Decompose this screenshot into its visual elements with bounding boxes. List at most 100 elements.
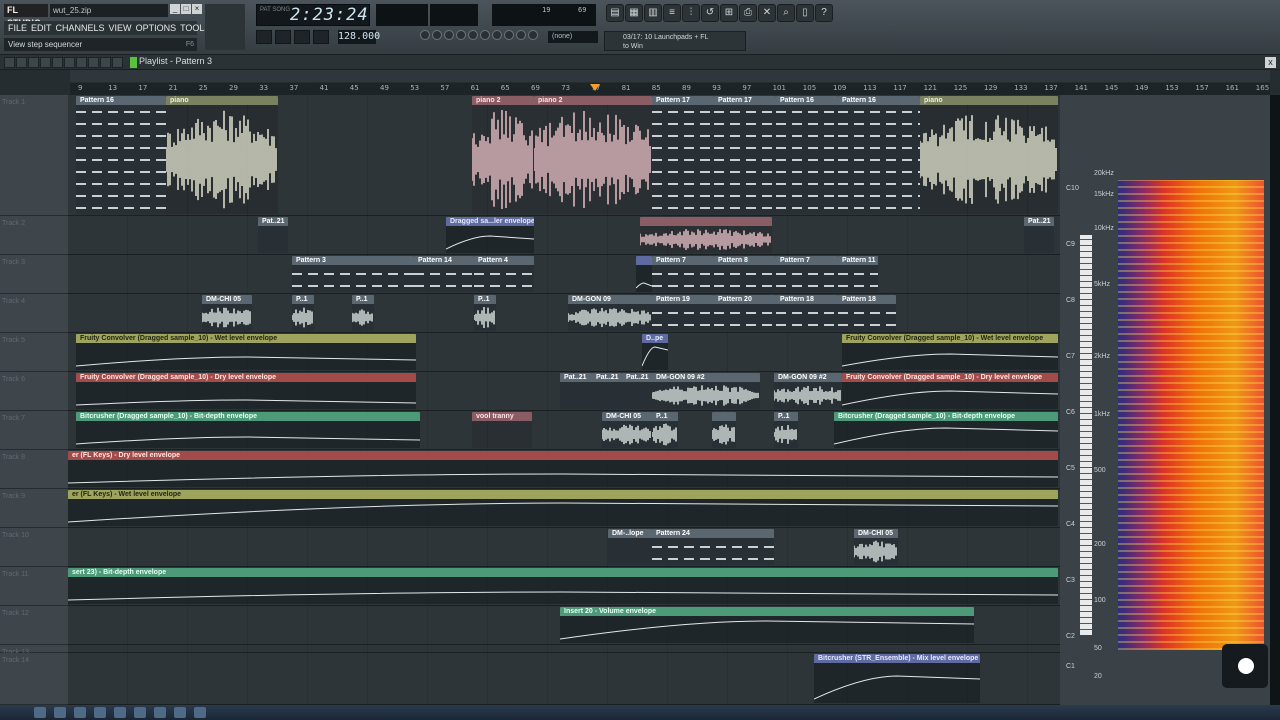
track-label[interactable]: Track 8 bbox=[0, 450, 68, 489]
playlist-clip[interactable]: Pattern 16 bbox=[76, 96, 166, 214]
preset-selector[interactable]: (none) bbox=[548, 31, 598, 43]
track-label[interactable]: Track 2 bbox=[0, 216, 68, 255]
playlist-clip[interactable] bbox=[636, 256, 652, 292]
track-label[interactable]: Track 7 bbox=[0, 411, 68, 450]
playlist-clip[interactable]: DM-GON 09 #2 bbox=[774, 373, 842, 409]
playlist-clip[interactable]: Bitcrusher (STR_Ensemble) - Mix level en… bbox=[814, 654, 980, 703]
track-label[interactable]: Track 5 bbox=[0, 333, 68, 372]
playlist-clip[interactable]: Fruity Convolver (Dragged sample_10) - D… bbox=[76, 373, 416, 409]
undo-icon[interactable]: ↺ bbox=[701, 4, 719, 22]
paint-icon[interactable] bbox=[40, 57, 51, 68]
mute-icon[interactable] bbox=[64, 57, 75, 68]
track-label[interactable]: Track 3 bbox=[0, 255, 68, 294]
step-sequencer-icon[interactable]: ▦ bbox=[625, 4, 643, 22]
playlist-clip[interactable]: DM-CHI 05 bbox=[854, 529, 898, 565]
playlist-clip[interactable]: P..1 bbox=[474, 295, 496, 331]
playlist-close-button[interactable]: x bbox=[1265, 57, 1276, 68]
playlist-clip[interactable]: Pattern 17 bbox=[652, 96, 714, 214]
track-label[interactable]: Track 12 bbox=[0, 606, 68, 645]
master-volume-sliders[interactable] bbox=[205, 4, 245, 50]
playlist-clip[interactable]: Pattern 8 bbox=[714, 256, 776, 292]
browser-icon[interactable]: ≡ bbox=[663, 4, 681, 22]
option-knob[interactable] bbox=[480, 30, 490, 40]
playlist-icon[interactable]: ▤ bbox=[606, 4, 624, 22]
stop-button[interactable] bbox=[294, 30, 310, 44]
playlist-clip[interactable]: Pattern 18 bbox=[776, 295, 838, 331]
playlist-clip[interactable]: DM-..lope bbox=[608, 529, 652, 565]
save-icon[interactable]: ⎙ bbox=[739, 4, 757, 22]
tools-icon[interactable]: ✕ bbox=[758, 4, 776, 22]
app-icon[interactable] bbox=[194, 707, 206, 718]
plugin-icon[interactable]: ⊞ bbox=[720, 4, 738, 22]
option-knob[interactable] bbox=[468, 30, 478, 40]
track-label[interactable]: Track 4 bbox=[0, 294, 68, 333]
search-icon[interactable]: ⌕ bbox=[777, 4, 795, 22]
slice-icon[interactable] bbox=[76, 57, 87, 68]
playlist-clip[interactable]: Pat..21 bbox=[1024, 217, 1054, 253]
menu-options[interactable]: OPTIONS bbox=[136, 21, 177, 35]
playlist-clip[interactable]: Pattern 7 bbox=[652, 256, 714, 292]
playhead-marker[interactable] bbox=[590, 84, 600, 91]
playlist-clip[interactable]: Pat..21 bbox=[258, 217, 288, 253]
playlist-clip[interactable]: Bitcrusher (Dragged sample_10) - Bit-dep… bbox=[76, 412, 420, 448]
option-knob[interactable] bbox=[444, 30, 454, 40]
fl-studio-taskbar-icon[interactable] bbox=[114, 707, 126, 718]
option-knob[interactable] bbox=[432, 30, 442, 40]
zoom-icon[interactable] bbox=[100, 57, 111, 68]
playlist-clip[interactable]: Insert 20 - Volume envelope bbox=[560, 607, 974, 643]
track-label[interactable]: Track 14 bbox=[0, 653, 68, 705]
explorer-icon[interactable] bbox=[54, 707, 66, 718]
playlist-clip[interactable]: piano bbox=[166, 96, 278, 214]
option-knob[interactable] bbox=[528, 30, 538, 40]
start-icon[interactable] bbox=[34, 707, 46, 718]
playlist-clip[interactable]: P..1 bbox=[352, 295, 374, 331]
menu-file[interactable]: FILE bbox=[8, 21, 27, 35]
playlist-clip[interactable]: Pattern 17 bbox=[714, 96, 776, 214]
app-icon[interactable] bbox=[134, 707, 146, 718]
select-icon[interactable] bbox=[88, 57, 99, 68]
option-knob[interactable] bbox=[516, 30, 526, 40]
track-label[interactable]: Track 6 bbox=[0, 372, 68, 411]
playlist-clip[interactable]: DM-GON 09 #2 bbox=[652, 373, 760, 409]
playlist-clip[interactable] bbox=[712, 412, 736, 448]
playlist-clip[interactable]: Pattern 14 bbox=[414, 256, 474, 292]
playlist-clip[interactable]: Dragged sa...ler envelope bbox=[446, 217, 534, 253]
playlist-clip[interactable]: Pat..21 bbox=[622, 373, 652, 409]
document-icon[interactable]: ▯ bbox=[796, 4, 814, 22]
playlist-clip[interactable]: Pattern 18 bbox=[838, 295, 896, 331]
playback-icon[interactable] bbox=[112, 57, 123, 68]
playlist-clip[interactable]: piano 2 bbox=[534, 96, 652, 214]
snap-indicator[interactable] bbox=[130, 57, 137, 68]
playlist-clip[interactable]: Pattern 24 bbox=[652, 529, 774, 565]
playlist-clip[interactable]: Pattern 16 bbox=[776, 96, 838, 214]
playlist-clip[interactable]: sert 23) - Bit-depth envelope bbox=[68, 568, 1058, 604]
menu-edit[interactable]: EDIT bbox=[31, 21, 52, 35]
magnet-icon[interactable] bbox=[16, 57, 27, 68]
playlist-clip[interactable]: Pat..21 bbox=[592, 373, 622, 409]
close-app-button[interactable]: × bbox=[192, 4, 202, 14]
playlist-clip[interactable]: Pattern 20 bbox=[714, 295, 776, 331]
delete-icon[interactable] bbox=[52, 57, 63, 68]
playlist-clip[interactable]: P..1 bbox=[292, 295, 314, 331]
playlist-clip[interactable]: piano bbox=[920, 96, 1058, 214]
playlist-clip[interactable]: Pattern 11 bbox=[838, 256, 878, 292]
maximize-button[interactable]: □ bbox=[181, 4, 191, 14]
app-icon[interactable] bbox=[174, 707, 186, 718]
playlist-clip[interactable]: Bitcrusher (Dragged sample_10) - Bit-dep… bbox=[834, 412, 1058, 448]
playlist-clip[interactable]: er (FL Keys) - Wet level envelope bbox=[68, 490, 1058, 526]
timeline-ruler[interactable]: 9 13 17 21 25 29 33 37 41 45 49 53 57 61 65 69 73 77 81 85 8… bbox=[0, 70, 1280, 95]
mixer-icon[interactable]: ⫶ bbox=[682, 4, 700, 22]
playlist-clip[interactable]: P..1 bbox=[774, 412, 798, 448]
track-label[interactable]: Track 1 bbox=[0, 95, 68, 216]
bar-numbers[interactable]: 9 13 17 21 25 29 33 37 41 45 49 53 57 61 65 69 73 77 81 85 8… bbox=[70, 83, 1270, 95]
playlist-clip[interactable]: P..1 bbox=[652, 412, 678, 448]
option-knob[interactable] bbox=[420, 30, 430, 40]
playlist-clip[interactable]: Pattern 16 bbox=[838, 96, 920, 214]
playlist-clip[interactable]: Fruity Convolver (Dragged sample_10) - D… bbox=[842, 373, 1058, 409]
time-marker-lane[interactable] bbox=[70, 70, 1270, 82]
app-icon[interactable] bbox=[154, 707, 166, 718]
news-ticker[interactable]: 03/17: 10 Launchpads + FL to Win bbox=[604, 31, 746, 51]
track-label[interactable]: Track 11 bbox=[0, 567, 68, 606]
tempo-display[interactable]: 128.000 bbox=[338, 30, 380, 44]
playlist-clip[interactable]: DM-CHI 05 bbox=[202, 295, 252, 331]
